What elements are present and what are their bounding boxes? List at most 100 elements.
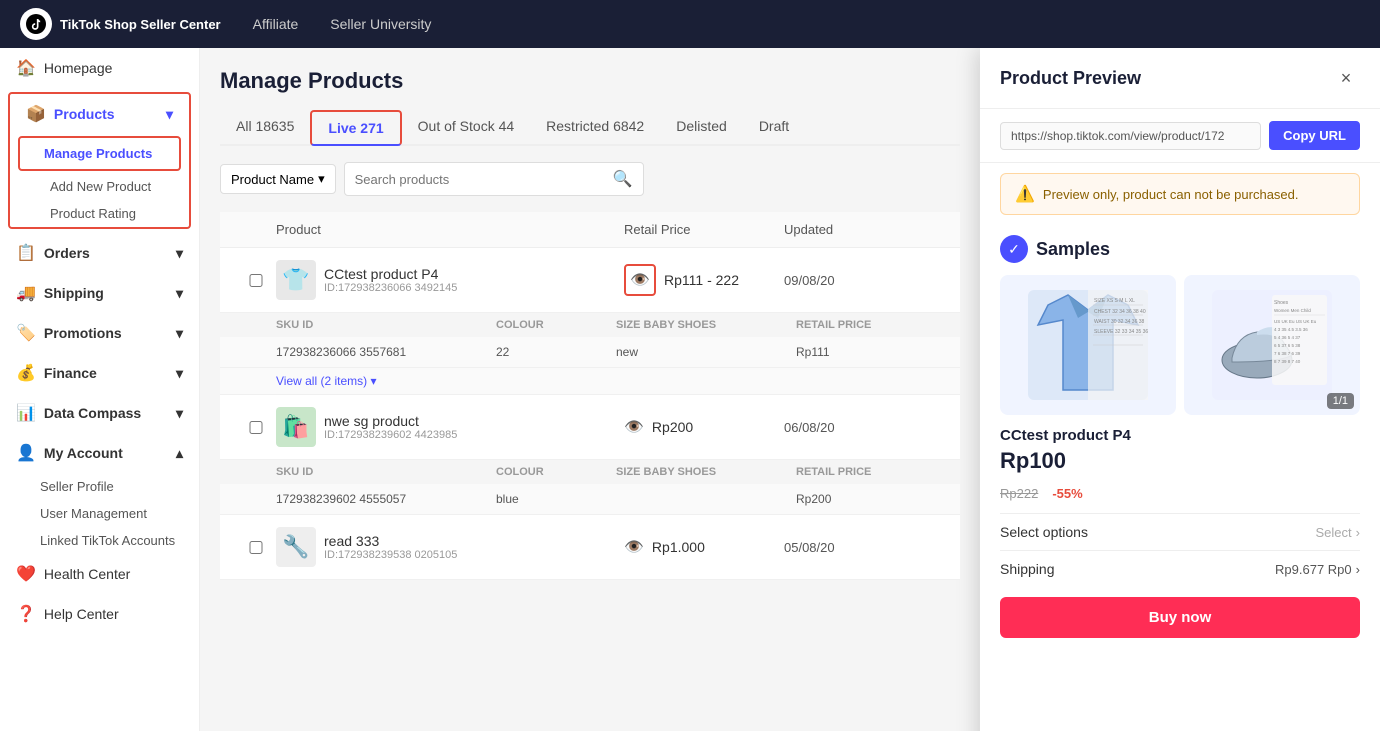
svg-text:Shoes: Shoes [1274, 300, 1289, 306]
preview-body: ✓ Samples [980, 225, 1380, 731]
sku-colour-0-0: 22 [496, 345, 616, 359]
my-account-icon: 👤 [16, 443, 36, 463]
col-checkbox [236, 222, 276, 237]
svg-text:US UK Eu US UK Eu: US UK Eu US UK Eu [1274, 319, 1317, 324]
app-title: TikTok Shop Seller Center [60, 17, 221, 32]
preview-price-old: Rp222 [1000, 486, 1038, 501]
nav-seller-university[interactable]: Seller University [330, 16, 431, 32]
shipping-icon: 🚚 [16, 283, 36, 303]
sidebar-section-my-account[interactable]: 👤 My Account ▴ [0, 433, 199, 473]
sidebar-section-shipping[interactable]: 🚚 Shipping ▾ [0, 273, 199, 313]
chevron-products-icon: ▾ [166, 106, 173, 123]
field-selector-label: Product Name [231, 172, 314, 187]
product-id-2: ID:172938239538 0205105 [324, 549, 457, 561]
sku-row-1-0: 172938239602 4555057 blue Rp200 [220, 484, 960, 515]
field-selector[interactable]: Product Name ▾ [220, 164, 336, 194]
product-checkbox-1[interactable] [236, 421, 276, 434]
product-checkbox-2[interactable] [236, 541, 276, 554]
chevron-data-compass-icon: ▾ [176, 405, 183, 422]
product-info-0: 👕 CCtest product P4 ID:172938236066 3492… [276, 260, 624, 300]
chevron-select-icon: › [1356, 525, 1360, 540]
search-box[interactable]: 🔍 [344, 162, 644, 196]
filter-row: Product Name ▾ 🔍 [220, 162, 960, 196]
sidebar-section-data-compass[interactable]: 📊 Data Compass ▾ [0, 393, 199, 433]
sidebar-sub-linked-tiktok-accounts[interactable]: Linked TikTok Accounts [0, 527, 199, 554]
tab-live[interactable]: Live 271 [310, 110, 401, 146]
product-name-1: nwe sg product [324, 413, 457, 429]
sku-header-1: SKU ID Colour Size Baby Shoes Retail Pri… [220, 460, 960, 484]
chevron-shipping-icon: › [1356, 562, 1360, 577]
chevron-field-selector-icon: ▾ [318, 171, 325, 187]
sku-price-1-0: Rp200 [796, 492, 956, 506]
preview-panel: Product Preview × Copy URL ⚠️ Preview on… [980, 48, 1380, 731]
sidebar-section-products[interactable]: 📦 Products ▾ [10, 94, 189, 134]
product-price-2: Rp1.000 [652, 539, 705, 555]
product-id-0: ID:172938236066 3492145 [324, 282, 457, 294]
product-row-2: 🔧 read 333 ID:172938239538 0205105 👁️ Rp… [220, 515, 960, 580]
samples-check-icon: ✓ [1000, 235, 1028, 263]
sidebar-section-finance[interactable]: 💰 Finance ▾ [0, 353, 199, 393]
logo: TikTok Shop Seller Center [20, 8, 221, 40]
view-all-0[interactable]: View all (2 items) ▾ [220, 368, 960, 395]
orders-icon: 📋 [16, 243, 36, 263]
copy-url-button[interactable]: Copy URL [1269, 121, 1360, 150]
shipping-label: Shipping [1000, 561, 1055, 577]
sidebar-sub-add-new-product[interactable]: Add New Product [10, 173, 189, 200]
tab-restricted[interactable]: Restricted 6842 [530, 110, 660, 146]
product-info-1: 🛍️ nwe sg product ID:172938239602 442398… [276, 407, 624, 447]
sidebar-sub-manage-products[interactable]: Manage Products [28, 140, 171, 167]
tab-delisted[interactable]: Delisted [660, 110, 743, 146]
sidebar-section-orders[interactable]: 📋 Orders ▾ [0, 233, 199, 273]
nav-affiliate[interactable]: Affiliate [253, 16, 299, 32]
sidebar-item-health-center[interactable]: ❤️ Health Center [0, 554, 199, 594]
product-price-actions-2: 👁️ Rp1.000 [624, 537, 784, 557]
close-preview-button[interactable]: × [1332, 64, 1360, 92]
svg-text:SIZE XS S M L XL: SIZE XS S M L XL [1094, 298, 1135, 304]
sku-col-colour-label: Colour [496, 319, 616, 331]
product-name-2: read 333 [324, 533, 457, 549]
select-options-button[interactable]: Select › [1316, 525, 1360, 540]
sidebar-item-homepage[interactable]: 🏠 Homepage [0, 48, 199, 88]
health-center-icon: ❤️ [16, 564, 36, 584]
sku-col-colour-label-1: Colour [496, 466, 616, 478]
chevron-account-icon: ▴ [176, 445, 183, 462]
tab-out-of-stock[interactable]: Out of Stock 44 [402, 110, 531, 146]
product-row-1: 🛍️ nwe sg product ID:172938239602 442398… [220, 395, 960, 515]
svg-text:8 7 39 8 7 40: 8 7 39 8 7 40 [1274, 359, 1301, 364]
main-layout: 🏠 Homepage 📦 Products ▾ Manage Products … [0, 48, 1380, 731]
product-url-input[interactable] [1000, 122, 1261, 150]
search-input[interactable] [355, 172, 613, 187]
sku-row-0-0: 172938236066 3557681 22 new Rp111 [220, 337, 960, 368]
chevron-finance-icon: ▾ [176, 365, 183, 382]
product-thumb-0: 👕 [276, 260, 316, 300]
product-id-1: ID:172938239602 4423985 [324, 429, 457, 441]
buy-now-button[interactable]: Buy now [1000, 597, 1360, 638]
main-content: Manage Products All 18635 Live 271 Out o… [200, 48, 980, 731]
img-counter: 1/1 [1327, 393, 1354, 409]
svg-text:Women Men Child: Women Men Child [1274, 308, 1311, 313]
sku-id-1-0: 172938239602 4555057 [276, 492, 496, 506]
tiktok-logo-icon [20, 8, 52, 40]
product-date-1: 06/08/20 [784, 420, 944, 435]
preview-eye-icon-2[interactable]: 👁️ [624, 537, 644, 557]
product-image-shoe: Shoes Women Men Child US UK Eu US UK Eu … [1184, 275, 1360, 415]
product-images: SIZE XS S M L XL CHEST 32 34 36 38 40 WA… [1000, 275, 1360, 415]
sidebar-sub-seller-profile[interactable]: Seller Profile [0, 473, 199, 500]
sku-price-0-0: Rp111 [796, 345, 956, 359]
product-thumb-2: 🔧 [276, 527, 316, 567]
product-price-1: Rp200 [652, 419, 693, 435]
preview-eye-button-0[interactable]: 👁️ [624, 264, 656, 296]
sidebar-sub-user-management[interactable]: User Management [0, 500, 199, 527]
preview-product-name: CCtest product P4 [1000, 427, 1360, 444]
sidebar-section-promotions[interactable]: 🏷️ Promotions ▾ [0, 313, 199, 353]
tab-all[interactable]: All 18635 [220, 110, 310, 146]
sidebar-item-help-center[interactable]: ❓ Help Center [0, 594, 199, 634]
sku-col-price-label: Retail Price [796, 319, 956, 331]
sidebar-sub-product-rating[interactable]: Product Rating [10, 200, 189, 227]
product-thumb-1: 🛍️ [276, 407, 316, 447]
preview-eye-icon-1[interactable]: 👁️ [624, 417, 644, 437]
product-tabs: All 18635 Live 271 Out of Stock 44 Restr… [220, 110, 960, 146]
product-checkbox-0[interactable] [236, 274, 276, 287]
svg-text:SLEEVE 32 33 34 35 36: SLEEVE 32 33 34 35 36 [1094, 329, 1148, 335]
tab-draft[interactable]: Draft [743, 110, 805, 146]
